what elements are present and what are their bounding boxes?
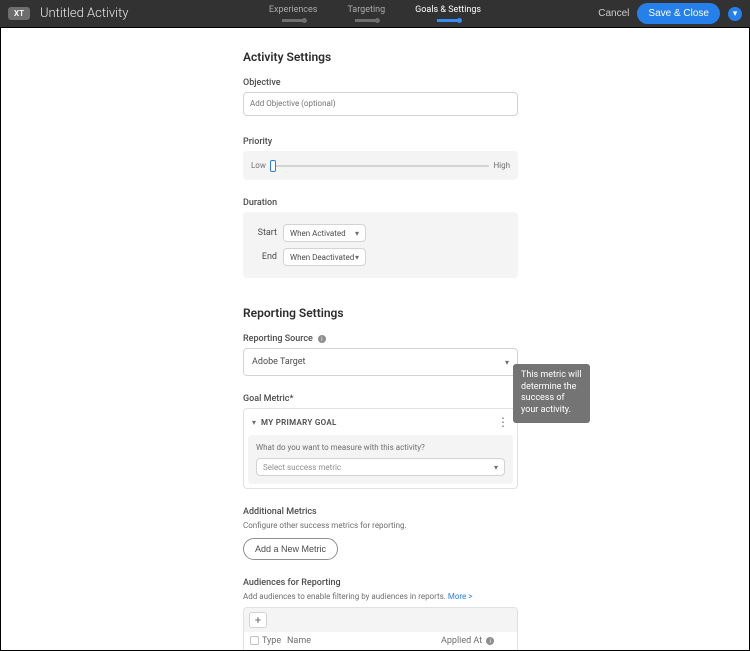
additional-metrics-hint: Configure other success metrics for repo… <box>243 521 514 530</box>
select-all-checkbox[interactable] <box>250 636 259 645</box>
add-metric-button[interactable]: Add a New Metric <box>243 538 338 560</box>
cancel-button[interactable]: Cancel <box>598 8 629 19</box>
col-name-header: Name <box>284 636 441 646</box>
plus-icon: + <box>255 614 261 627</box>
end-label: End <box>251 252 277 262</box>
chevron-down-icon: ▾ <box>355 253 359 262</box>
info-icon[interactable]: i <box>318 335 326 343</box>
col-type-header: Type <box>262 636 284 646</box>
more-vertical-icon[interactable]: ⋮ <box>497 416 509 428</box>
priority-label: Priority <box>243 137 514 147</box>
audiences-hint: Add audiences to enable filtering by aud… <box>243 592 514 601</box>
step-indicator <box>355 19 377 22</box>
activity-type-badge: XT <box>8 7 30 20</box>
audiences-reporting-label: Audiences for Reporting <box>243 578 514 588</box>
end-select[interactable]: When Deactivated ▾ <box>283 248 366 266</box>
objective-input[interactable] <box>243 92 518 116</box>
reporting-settings-heading: Reporting Settings <box>243 306 514 320</box>
success-metric-select[interactable]: Select success metric ▾ <box>256 458 505 476</box>
success-metric-placeholder: Select success metric <box>263 463 341 472</box>
chevron-down-icon: ▾ <box>494 463 498 472</box>
duration-label: Duration <box>243 198 514 208</box>
save-more-button[interactable]: ▾ <box>728 7 742 21</box>
step-experiences[interactable]: Experiences <box>269 5 318 22</box>
goal-metric-tooltip: This metric will determine the success o… <box>513 364 590 423</box>
col-applied-header: Applied At <box>441 636 482 646</box>
end-select-value: When Deactivated <box>290 253 354 262</box>
step-targeting-label: Targeting <box>347 5 385 15</box>
start-label: Start <box>251 228 277 238</box>
objective-label: Objective <box>243 78 514 88</box>
reporting-source-label: Reporting Source <box>243 334 313 344</box>
chevron-down-icon: ▾ <box>505 358 509 367</box>
activity-title[interactable]: Untitled Activity <box>40 6 129 21</box>
step-targeting[interactable]: Targeting <box>347 5 385 22</box>
priority-slider-thumb[interactable] <box>270 160 276 172</box>
step-goals-label: Goals & Settings <box>415 5 481 15</box>
primary-goal-title: MY PRIMARY GOAL <box>261 418 337 427</box>
activity-settings-heading: Activity Settings <box>243 50 514 64</box>
step-goals[interactable]: Goals & Settings <box>415 5 481 22</box>
info-icon[interactable]: i <box>486 637 494 645</box>
collapse-icon[interactable]: ▾ <box>252 418 256 427</box>
step-indicator <box>282 19 304 22</box>
goal-question-text: What do you want to measure with this ac… <box>256 443 505 452</box>
reporting-source-value: Adobe Target <box>252 357 305 367</box>
start-select-value: When Activated <box>290 229 346 238</box>
reporting-source-select[interactable]: Adobe Target ▾ <box>243 348 518 376</box>
chevron-down-icon: ▾ <box>733 8 738 19</box>
start-select[interactable]: When Activated ▾ <box>283 224 366 242</box>
save-close-button[interactable]: Save & Close <box>637 3 720 24</box>
chevron-down-icon: ▾ <box>355 229 359 238</box>
priority-low-label: Low <box>251 161 266 170</box>
add-audience-button[interactable]: + <box>249 612 267 628</box>
wizard-steps: Experiences Targeting Goals & Settings <box>269 5 481 22</box>
priority-high-label: High <box>493 161 510 170</box>
goal-metric-label: Goal Metric* <box>243 394 514 404</box>
additional-metrics-label: Additional Metrics <box>243 507 514 517</box>
priority-slider[interactable] <box>270 165 490 167</box>
step-experiences-label: Experiences <box>269 5 318 15</box>
step-indicator <box>437 19 459 22</box>
more-link[interactable]: More > <box>448 592 473 601</box>
